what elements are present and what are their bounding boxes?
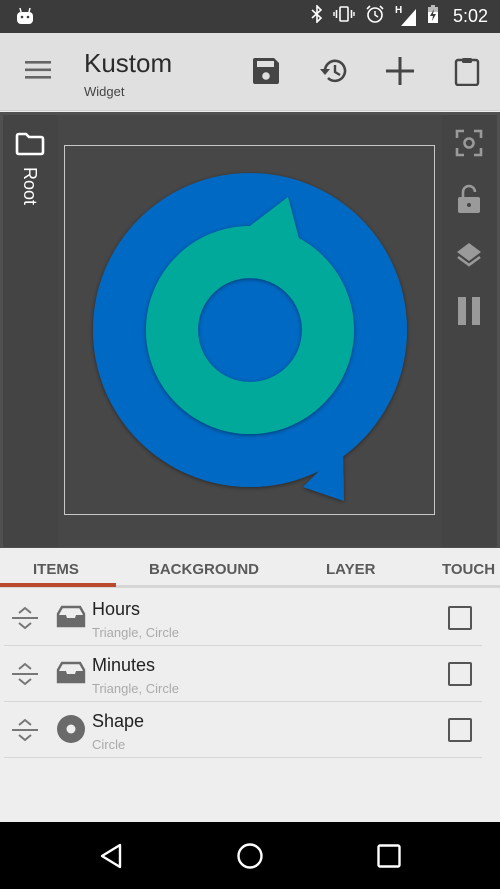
focus-icon (455, 129, 483, 157)
bluetooth-icon (311, 4, 323, 28)
tab-active-indicator (0, 583, 116, 587)
minutes-shape (93, 173, 407, 501)
clipboard-icon (454, 58, 480, 86)
history-button[interactable] (317, 54, 351, 88)
folder-icon (15, 132, 45, 161)
item-description: Triangle, Circle (92, 681, 179, 696)
item-name: Hours (92, 599, 141, 619)
recents-icon (377, 844, 401, 868)
tab-background[interactable]: BACKGROUND (149, 561, 259, 578)
back-button[interactable] (94, 839, 128, 873)
item-name: Shape (92, 711, 145, 731)
layers-icon (457, 243, 481, 267)
komponent-icon (56, 605, 86, 634)
back-icon (100, 843, 122, 869)
breadcrumb-root[interactable]: Root (19, 167, 40, 205)
tool-rail (442, 115, 497, 547)
breadcrumb-rail[interactable]: Root (3, 115, 58, 547)
clock-time: 5:02 (452, 6, 488, 26)
editor-tabs: ITEMS BACKGROUND LAYER TOUCH (0, 548, 500, 588)
clipboard-button[interactable] (450, 54, 484, 88)
android-icon (16, 7, 34, 30)
save-button[interactable] (249, 54, 283, 88)
tab-items[interactable]: ITEMS (33, 561, 79, 578)
lock-button[interactable] (453, 183, 485, 215)
pause-icon (458, 297, 480, 325)
preview-canvas[interactable] (58, 115, 442, 547)
recents-button[interactable] (372, 839, 406, 873)
app-toolbar: Kustom Widget (0, 33, 500, 111)
add-button[interactable] (383, 54, 417, 88)
item-description: Triangle, Circle (92, 625, 179, 640)
tab-touch[interactable]: TOUCH (442, 561, 495, 578)
item-checkbox[interactable] (448, 662, 472, 686)
app-subtitle: Widget (84, 84, 125, 99)
list-item[interactable]: Shape Circle (4, 702, 482, 758)
widget-preview: Root (0, 112, 500, 548)
battery-charging-icon (427, 4, 439, 29)
signal-h-icon: H (395, 5, 417, 27)
list-item[interactable]: Hours Triangle, Circle (4, 590, 482, 646)
save-icon (253, 58, 279, 84)
add-icon (386, 57, 414, 85)
reorder-handle-icon[interactable] (11, 604, 39, 637)
status-bar: H 5:02 (0, 0, 500, 33)
item-checkbox[interactable] (448, 718, 472, 742)
reorder-handle-icon[interactable] (11, 716, 39, 749)
item-checkbox[interactable] (448, 606, 472, 630)
shape-icon (56, 715, 86, 749)
pause-button[interactable] (453, 295, 485, 327)
widget-render (93, 173, 407, 501)
vibrate-icon (333, 5, 355, 28)
hamburger-icon (25, 61, 51, 79)
komponent-icon (56, 661, 86, 690)
system-nav-bar (0, 822, 500, 889)
item-description: Circle (92, 737, 126, 752)
item-name: Minutes (92, 655, 156, 675)
home-button[interactable] (233, 839, 267, 873)
layers-button[interactable] (453, 239, 485, 271)
items-list: Hours Triangle, Circle Minutes Triangle,… (0, 590, 500, 758)
reorder-handle-icon[interactable] (11, 660, 39, 693)
history-icon (320, 59, 347, 83)
focus-button[interactable] (453, 127, 485, 159)
lock-open-icon (458, 184, 480, 213)
menu-button[interactable] (24, 59, 52, 86)
tab-layer[interactable]: LAYER (326, 561, 375, 578)
alarm-icon (365, 4, 385, 29)
list-item[interactable]: Minutes Triangle, Circle (4, 646, 482, 702)
home-icon (237, 843, 263, 869)
app-title: Kustom (84, 48, 173, 78)
